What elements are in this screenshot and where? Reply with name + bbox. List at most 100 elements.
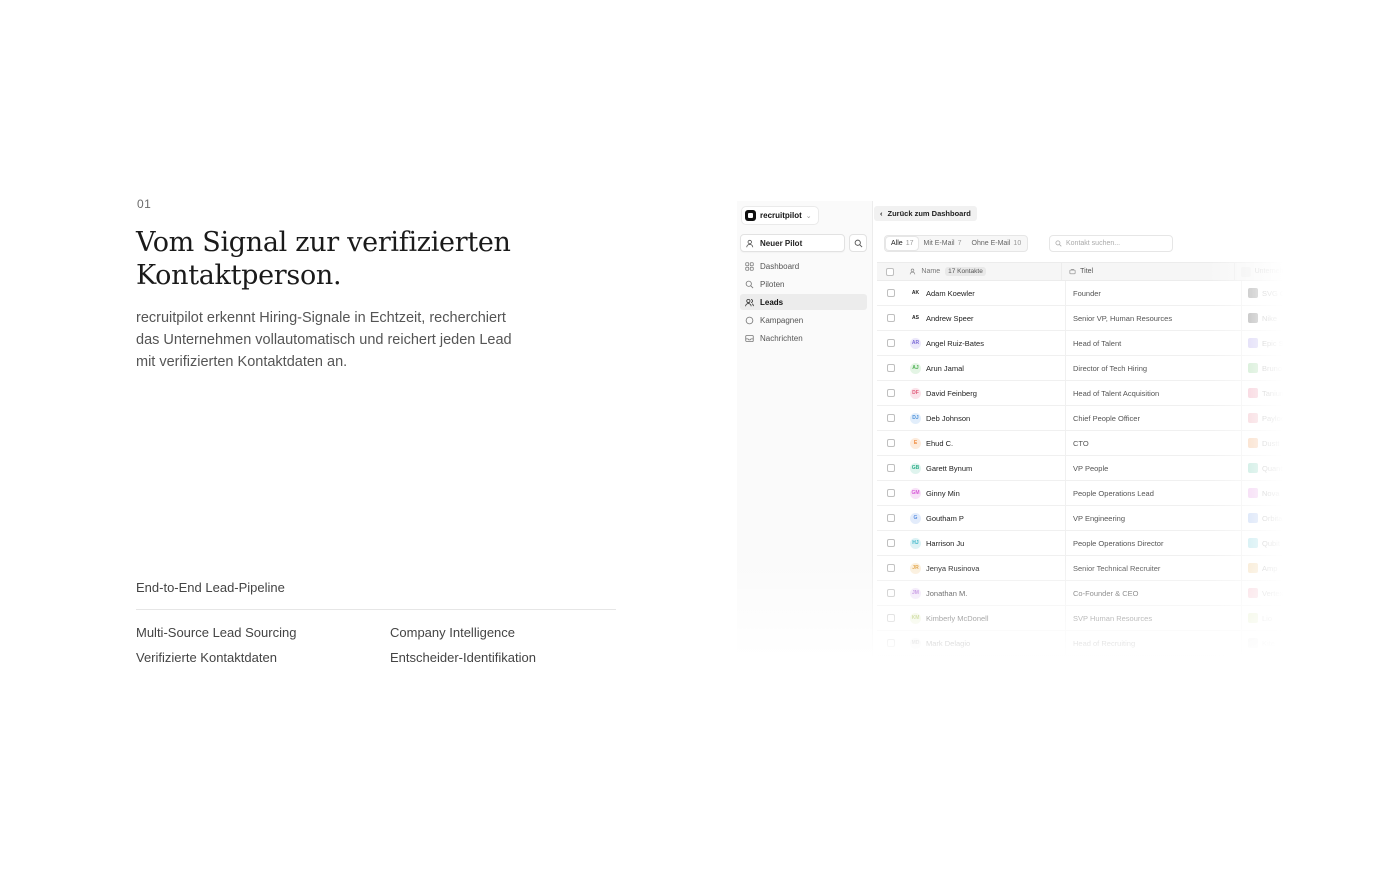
grid-icon: [745, 261, 754, 271]
row-checkbox[interactable]: [886, 589, 895, 597]
filter-count: 7: [957, 240, 962, 247]
sidebar-item-leads[interactable]: Leads: [740, 294, 867, 310]
row-checkbox[interactable]: [886, 389, 895, 397]
contact-title: SVP Human Resources: [1073, 613, 1153, 623]
briefcase-icon: [1069, 269, 1076, 275]
new-pilot-button[interactable]: Neuer Pilot: [740, 234, 845, 252]
row-checkbox[interactable]: [886, 539, 895, 547]
contact-name: Ginny Min: [926, 488, 960, 498]
company-name: Vertex: [1262, 588, 1284, 598]
column-name[interactable]: Name: [921, 268, 940, 275]
row-checkbox[interactable]: [886, 289, 895, 297]
filter-tab[interactable]: Alle 17: [886, 237, 919, 250]
table-row[interactable]: MD Mark Delagio Head of Recruiting Kite: [877, 631, 1297, 656]
company-logo: [1248, 563, 1258, 573]
chevron-down-icon: ⌄: [805, 212, 812, 220]
app-preview: recruitpilot ⌄ Neuer Pilot Dashboard Pilo…: [737, 201, 1297, 669]
row-checkbox[interactable]: [886, 514, 895, 522]
company-logo: [1248, 413, 1258, 423]
table-row[interactable]: DJ Deb Johnson Chief People Officer Payloci…: [877, 406, 1297, 431]
filter-tab[interactable]: Ohne E-Mail 10: [967, 237, 1027, 250]
row-checkbox[interactable]: [886, 314, 895, 322]
sidebar-item-kampagnen[interactable]: Kampagnen: [740, 312, 867, 328]
contact-name: Ehud C.: [926, 438, 954, 448]
contact-name: Garett Bynum: [926, 463, 973, 473]
workspace-switcher[interactable]: recruitpilot ⌄: [741, 206, 819, 225]
contact-title: VP Engineering: [1073, 513, 1125, 523]
row-checkbox[interactable]: [886, 414, 895, 422]
brand-name: recruitpilot: [760, 211, 802, 220]
company-name: Nova: [1262, 488, 1280, 498]
row-checkbox[interactable]: [886, 639, 895, 647]
filter-count: 17: [905, 240, 914, 247]
row-checkbox[interactable]: [886, 364, 895, 372]
building-icon: [1240, 266, 1251, 277]
table-row[interactable]: AK Adam Koewler Founder SVG Co: [877, 281, 1297, 306]
sidebar-item-dashboard[interactable]: Dashboard: [740, 258, 867, 274]
company-logo: [1248, 438, 1258, 448]
table-row[interactable]: GB Garett Bynum VP People Quantu: [877, 456, 1297, 481]
contact-title: People Operations Director: [1073, 538, 1164, 548]
avatar: DF: [910, 387, 921, 399]
search-button[interactable]: [849, 234, 867, 252]
contact-name: Mark Delagio: [926, 638, 971, 648]
avatar: KM: [910, 612, 921, 624]
table-row[interactable]: JR Jenya Rusinova Senior Technical Recruit…: [877, 556, 1297, 581]
row-checkbox[interactable]: [886, 339, 895, 347]
filter-tab[interactable]: Mit E-Mail 7: [918, 237, 966, 250]
avatar: AK: [910, 287, 921, 299]
sidebar-item-label: Kampagnen: [760, 315, 804, 325]
table-body: AK Adam Koewler Founder SVG Co AS Andrew Spee…: [877, 281, 1297, 656]
contact-title: Head of Recruiting: [1073, 638, 1136, 648]
inbox-icon: [745, 334, 754, 343]
table-row[interactable]: AS Andrew Speer Senior VP, Human Resources…: [877, 306, 1297, 331]
table-row[interactable]: JM Jonathan M. Co-Founder & CEO Vertex: [877, 581, 1297, 606]
company-logo: [1248, 388, 1258, 398]
table-row[interactable]: HJ Harrison Ju People Operations Director Q…: [877, 531, 1297, 556]
company-logo: [1248, 338, 1258, 348]
table-row[interactable]: AR Angel Ruiz-Bates Head of Talent Epic Sys: [877, 331, 1297, 356]
filter-label: Ohne E-Mail: [971, 240, 1011, 247]
contact-search-input[interactable]: Kontakt suchen...: [1049, 235, 1173, 252]
sidebar-item-piloten[interactable]: Piloten: [740, 276, 867, 292]
avatar: GM: [910, 487, 921, 499]
company-name: Lio: [1262, 613, 1273, 623]
sidebar-item-nachrichten[interactable]: Nachrichten: [740, 330, 867, 346]
table-row[interactable]: AJ Arun Jamal Director of Tech Hiring Bruno: [877, 356, 1297, 381]
sidebar-item-label: Leads: [760, 297, 784, 307]
company-name: Bruno: [1262, 363, 1283, 373]
table-row[interactable]: E Ehud C. CTO Dustt: [877, 431, 1297, 456]
column-company[interactable]: Unternehmen: [1255, 268, 1297, 275]
back-to-dashboard-button[interactable]: ‹ Zurück zum Dashboard: [874, 206, 977, 221]
contact-title: People Operations Lead: [1073, 488, 1154, 498]
column-title[interactable]: Titel: [1080, 268, 1093, 275]
avatar: AR: [910, 337, 921, 349]
table-row[interactable]: GM Ginny Min People Operations Lead Nova: [877, 481, 1297, 506]
contact-title: Head of Talent: [1073, 338, 1122, 348]
table-row[interactable]: KM Kimberly McDonell SVP Human Resources Li…: [877, 606, 1297, 631]
avatar: MD: [910, 637, 921, 649]
company-name: Dustt: [1262, 438, 1280, 448]
table-row[interactable]: DF David Feinberg Head of Talent Acquisiti…: [877, 381, 1297, 406]
search-icon: [745, 280, 754, 289]
contact-title: VP People: [1073, 463, 1109, 473]
company-logo: [1248, 488, 1258, 498]
row-checkbox[interactable]: [886, 489, 895, 497]
row-checkbox[interactable]: [886, 439, 895, 447]
search-placeholder: Kontakt suchen...: [1066, 240, 1121, 247]
table-header: Name 17 Kontakte Titel Unternehmen: [877, 262, 1297, 281]
avatar: E: [910, 437, 921, 449]
divider: [136, 609, 616, 610]
contact-name: Andrew Speer: [926, 313, 974, 323]
row-checkbox[interactable]: [886, 564, 895, 572]
table-row[interactable]: G Goutham P VP Engineering Orbital: [877, 506, 1297, 531]
row-checkbox[interactable]: [886, 614, 895, 622]
company-logo: [1248, 363, 1258, 373]
company-name: Quantu: [1262, 463, 1287, 473]
contact-title: Director of Tech Hiring: [1073, 363, 1148, 373]
row-checkbox[interactable]: [886, 464, 895, 472]
leads-table: Name 17 Kontakte Titel Unternehmen AK Ada…: [877, 262, 1297, 656]
company-name: Nike: [1262, 313, 1278, 323]
user-plus-icon: [746, 239, 754, 247]
select-all-checkbox[interactable]: [886, 267, 895, 276]
